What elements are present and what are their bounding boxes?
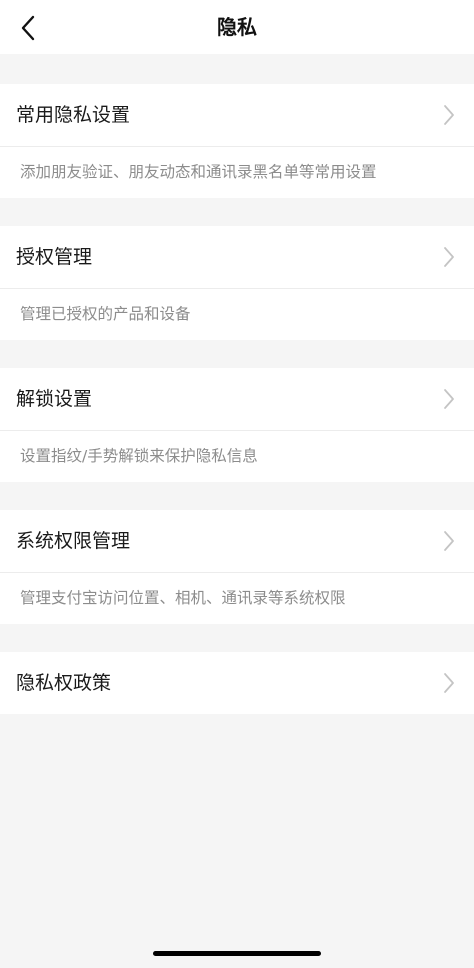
home-indicator [153, 951, 321, 956]
menu-item-description: 设置指纹/手势解锁来保护隐私信息 [20, 447, 258, 465]
menu-item-label: 授权管理 [16, 246, 93, 268]
menu-item-system-permission-management[interactable]: 系统权限管理 [0, 510, 474, 572]
chevron-right-icon [444, 105, 454, 125]
nav-bar: 隐私 [0, 0, 474, 54]
menu-item-label: 隐私权政策 [16, 672, 112, 694]
chevron-right-icon [444, 389, 454, 409]
menu-item-common-privacy-settings[interactable]: 常用隐私设置 [0, 84, 474, 146]
chevron-right-icon [444, 247, 454, 267]
menu-item-privacy-policy[interactable]: 隐私权政策 [0, 652, 474, 714]
menu-item-description: 管理已授权的产品和设备 [20, 305, 191, 323]
page-title: 隐私 [217, 15, 257, 39]
menu-item-authorization-management[interactable]: 授权管理 [0, 226, 474, 288]
chevron-right-icon [444, 531, 454, 551]
menu-item-description-row: 管理已授权的产品和设备 [0, 288, 474, 340]
menu-item-label: 系统权限管理 [16, 530, 131, 552]
menu-item-description: 管理支付宝访问位置、相机、通讯录等系统权限 [20, 589, 346, 607]
chevron-right-icon [444, 673, 454, 693]
menu-item-description-row: 管理支付宝访问位置、相机、通讯录等系统权限 [0, 572, 474, 624]
menu-item-label: 常用隐私设置 [16, 104, 131, 126]
menu-item-description-row: 添加朋友验证、朋友动态和通讯录黑名单等常用设置 [0, 146, 474, 198]
menu-item-unlock-settings[interactable]: 解锁设置 [0, 368, 474, 430]
menu-item-description-row: 设置指纹/手势解锁来保护隐私信息 [0, 430, 474, 482]
menu-item-label: 解锁设置 [16, 388, 93, 410]
menu-item-description: 添加朋友验证、朋友动态和通讯录黑名单等常用设置 [20, 163, 377, 181]
